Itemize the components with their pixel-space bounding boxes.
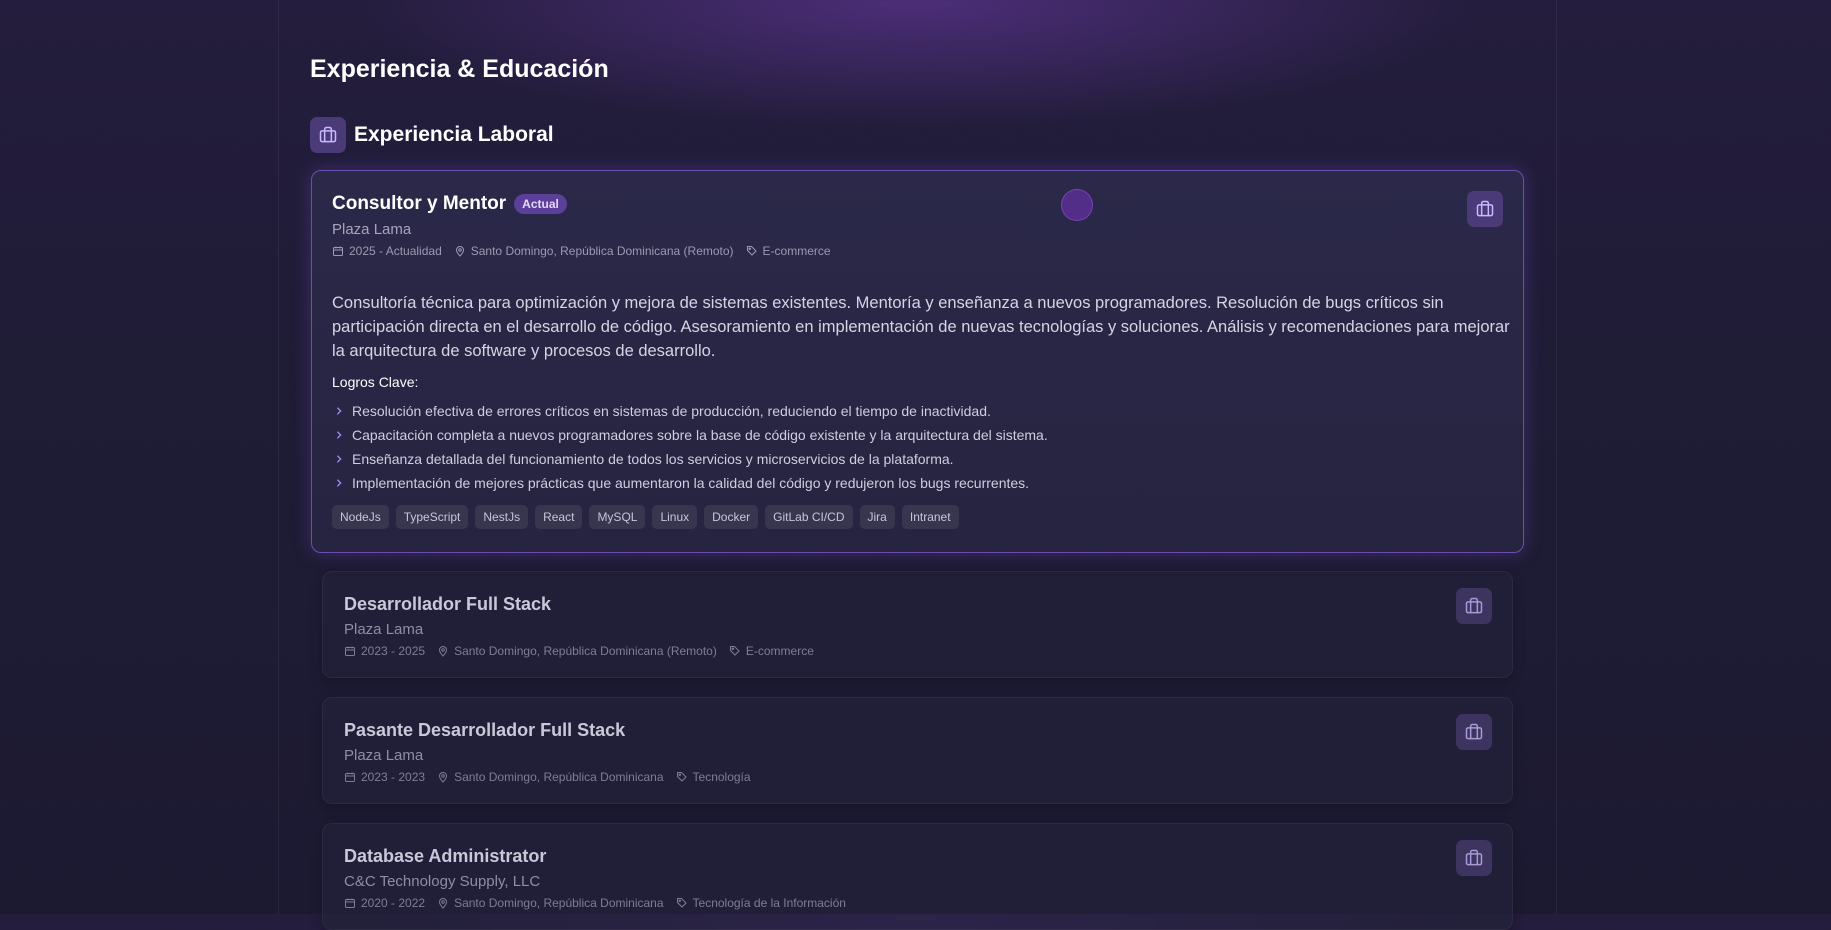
tech-tag: Intranet bbox=[901, 505, 959, 529]
cursor-glow bbox=[1061, 189, 1093, 221]
achievement-text: Enseñanza detallada del funcionamiento d… bbox=[352, 451, 954, 467]
calendar-icon bbox=[345, 898, 355, 908]
tag-icon bbox=[729, 646, 740, 656]
job-title: Consultor y Mentor bbox=[332, 193, 507, 214]
left-guide-line bbox=[278, 0, 279, 914]
category: E-commerce bbox=[729, 644, 814, 658]
briefcase-icon bbox=[1456, 588, 1492, 624]
section-title: Experiencia Laboral bbox=[354, 123, 554, 146]
right-guide-line bbox=[1556, 0, 1557, 914]
chevron-right-icon bbox=[336, 479, 342, 487]
job-meta: 2020 - 2022 Santo Domingo, República Dom… bbox=[344, 896, 1492, 910]
job-title: Database Administrator bbox=[344, 846, 547, 866]
location-text: Santo Domingo, República Dominicana bbox=[454, 770, 664, 784]
period-text: 2023 - 2023 bbox=[361, 770, 426, 784]
category-text: Tecnología bbox=[692, 770, 751, 784]
map-pin-icon bbox=[455, 246, 464, 257]
location: Santo Domingo, República Dominicana (Rem… bbox=[437, 644, 717, 658]
achievement-text: Capacitación completa a nuevos programad… bbox=[352, 427, 1048, 443]
category-text: E-commerce bbox=[745, 644, 814, 658]
tech-tag: GitLab CI/CD bbox=[765, 505, 853, 529]
chevron-right-icon bbox=[336, 407, 342, 415]
job-title: Desarrollador Full Stack bbox=[344, 594, 552, 614]
achievements-title: Logros Clave: bbox=[332, 374, 419, 390]
tech-tag: Linux bbox=[652, 505, 698, 529]
map-pin-icon bbox=[439, 772, 448, 783]
chevron-right-icon bbox=[336, 431, 342, 439]
map-pin-icon bbox=[439, 646, 448, 657]
tech-tags: NodeJs TypeScript NestJs React MySQL Lin… bbox=[332, 505, 1503, 529]
tag-icon bbox=[676, 772, 687, 782]
category-text: E-commerce bbox=[762, 244, 831, 258]
job-card-active[interactable]: Consultor y Mentor Actual Plaza Lama 202… bbox=[311, 170, 1524, 553]
achievement-item: Implementación de mejores prácticas que … bbox=[332, 471, 1503, 495]
tech-tag: NestJs bbox=[475, 505, 529, 529]
job-meta: 2025 - Actualidad Santo Domingo, Repúbli… bbox=[332, 244, 1503, 258]
tech-tag: Docker bbox=[704, 505, 759, 529]
job-card[interactable]: Pasante Desarrollador Full Stack Plaza L… bbox=[322, 697, 1513, 804]
period-text: 2023 - 2025 bbox=[361, 644, 426, 658]
period-text: 2020 - 2022 bbox=[361, 896, 426, 910]
briefcase-icon bbox=[1456, 840, 1492, 876]
company-name: Plaza Lama bbox=[332, 221, 412, 238]
calendar-icon bbox=[333, 246, 343, 256]
location-text: Santo Domingo, República Dominicana bbox=[454, 896, 664, 910]
briefcase-icon bbox=[1467, 191, 1503, 227]
chevron-right-icon bbox=[336, 455, 342, 463]
achievement-item: Resolución efectiva de errores críticos … bbox=[332, 399, 1503, 423]
category-text: Tecnología de la Información bbox=[692, 896, 846, 910]
job-description: Consultoría técnica para optimización y … bbox=[332, 294, 1510, 360]
period: 2020 - 2022 bbox=[344, 896, 425, 910]
page-title: Experiencia & Educación bbox=[310, 55, 609, 83]
category: Tecnología bbox=[676, 770, 751, 784]
location-text: Santo Domingo, República Dominicana (Rem… bbox=[454, 644, 717, 658]
tag-icon bbox=[676, 898, 687, 908]
tech-tag: Jira bbox=[859, 505, 895, 529]
company-name: C&C Technology Supply, LLC bbox=[344, 873, 541, 890]
company-name: Plaza Lama bbox=[344, 621, 424, 638]
company-name: Plaza Lama bbox=[344, 747, 424, 764]
category: E-commerce bbox=[746, 244, 831, 258]
achievement-text: Resolución efectiva de errores críticos … bbox=[352, 403, 991, 419]
briefcase-icon bbox=[1456, 714, 1492, 750]
period-text: 2025 - Actualidad bbox=[349, 244, 442, 258]
tag-icon bbox=[746, 246, 757, 256]
location: Santo Domingo, República Dominicana (Rem… bbox=[454, 244, 734, 258]
category: Tecnología de la Información bbox=[676, 896, 846, 910]
achievement-item: Capacitación completa a nuevos programad… bbox=[332, 423, 1503, 447]
section-header: Experiencia Laboral bbox=[310, 117, 554, 153]
tech-tag: MySQL bbox=[589, 505, 646, 529]
map-pin-icon bbox=[439, 898, 448, 909]
job-meta: 2023 - 2025 Santo Domingo, República Dom… bbox=[344, 644, 1492, 658]
period: 2023 - 2025 bbox=[344, 644, 425, 658]
job-card[interactable]: Desarrollador Full Stack Plaza Lama 2023… bbox=[322, 571, 1513, 678]
achievement-text: Implementación de mejores prácticas que … bbox=[352, 475, 1030, 491]
job-title: Pasante Desarrollador Full Stack bbox=[344, 720, 626, 740]
location-text: Santo Domingo, República Dominicana (Rem… bbox=[470, 244, 734, 258]
calendar-icon bbox=[345, 646, 355, 656]
tech-tag: TypeScript bbox=[395, 505, 469, 529]
achievement-item: Enseñanza detallada del funcionamiento d… bbox=[332, 447, 1503, 471]
status-badge: Actual bbox=[514, 194, 567, 214]
period: 2023 - 2023 bbox=[344, 770, 425, 784]
calendar-icon bbox=[345, 772, 355, 782]
tech-tag: NodeJs bbox=[332, 505, 389, 529]
job-meta: 2023 - 2023 Santo Domingo, República Dom… bbox=[344, 770, 1492, 784]
briefcase-icon bbox=[310, 117, 346, 153]
tech-tag: React bbox=[535, 505, 583, 529]
location: Santo Domingo, República Dominicana bbox=[437, 896, 664, 910]
achievements-list: Resolución efectiva de errores críticos … bbox=[332, 399, 1503, 495]
period: 2025 - Actualidad bbox=[332, 244, 442, 258]
location: Santo Domingo, República Dominicana bbox=[437, 770, 664, 784]
